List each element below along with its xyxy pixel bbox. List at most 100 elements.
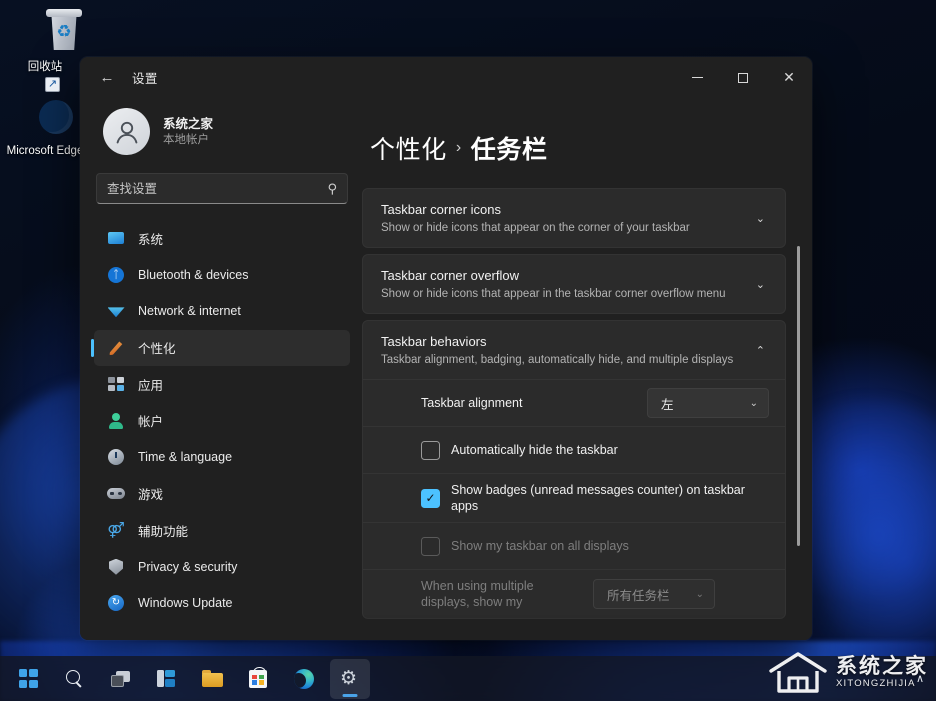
taskbar-task-view-button[interactable]: [100, 659, 140, 699]
widgets-icon: [157, 670, 176, 687]
minimize-button[interactable]: [674, 57, 720, 98]
accounts-icon: [107, 412, 125, 430]
card-header[interactable]: Taskbar corner overflow Show or hide ico…: [363, 255, 785, 313]
sidebar-nav: 系统 ᛏ Bluetooth & devices Network & inter…: [94, 220, 350, 622]
show-badges-checkbox[interactable]: [421, 489, 440, 508]
system-icon: [107, 229, 125, 247]
shield-icon: [107, 558, 125, 576]
chevron-up-icon: ∧: [916, 672, 924, 685]
auto-hide-checkbox[interactable]: [421, 441, 440, 460]
scrollbar-thumb[interactable]: [797, 246, 800, 546]
sidebar-item-accounts[interactable]: 帐户: [94, 403, 350, 440]
taskbar-search-button[interactable]: [54, 659, 94, 699]
sidebar-item-gaming[interactable]: 游戏: [94, 476, 350, 513]
recycle-bin-icon: ♻: [4, 8, 86, 56]
account-name: 系统之家: [163, 116, 213, 132]
chevron-down-icon: ⌄: [750, 398, 758, 409]
desktop-icon-label: 回收站: [28, 61, 63, 73]
row-label: Taskbar alignment: [421, 395, 635, 412]
row-show-badges[interactable]: Show badges (unread messages counter) on…: [363, 473, 785, 522]
card-title: Taskbar behaviors: [381, 333, 740, 351]
sidebar-item-windows-update[interactable]: ↻ Windows Update: [94, 585, 350, 622]
card-taskbar-corner-icons: Taskbar corner icons Show or hide icons …: [362, 188, 786, 248]
main-content: 个性化 › 任务栏 Taskbar corner icons Show or h…: [362, 98, 812, 640]
breadcrumb: 个性化 › 任务栏: [362, 130, 812, 188]
card-header[interactable]: Taskbar corner icons Show or hide icons …: [363, 189, 785, 247]
row-multiple-displays-show: When using multiple displays, show my 所有…: [363, 569, 785, 618]
card-subtitle: Taskbar alignment, badging, automaticall…: [381, 353, 740, 368]
window-titlebar: ← 设置 ✕: [80, 57, 812, 98]
row-label: Show badges (unread messages counter) on…: [451, 482, 769, 514]
breadcrumb-parent[interactable]: 个性化: [370, 130, 447, 166]
dropdown-value: 所有任务栏: [607, 585, 670, 604]
sidebar-item-label: Bluetooth & devices: [138, 268, 249, 282]
search-box[interactable]: ⚲: [96, 173, 348, 204]
sidebar-item-label: Network & internet: [138, 304, 241, 318]
sidebar-item-privacy-security[interactable]: Privacy & security: [94, 549, 350, 586]
sidebar-item-accessibility[interactable]: ⚤ 辅助功能: [94, 512, 350, 549]
taskbar-file-explorer-button[interactable]: [192, 659, 232, 699]
sidebar-item-label: 应用: [138, 375, 163, 394]
close-button[interactable]: ✕: [766, 57, 812, 98]
clock-icon: [107, 448, 125, 466]
all-displays-checkbox: [421, 537, 440, 556]
desktop-icon-label: Microsoft Edge: [7, 145, 84, 157]
chevron-down-icon[interactable]: ⌄: [752, 212, 769, 225]
sidebar-item-personalization[interactable]: 个性化: [94, 330, 350, 367]
maximize-button[interactable]: [720, 57, 766, 98]
sidebar-item-system[interactable]: 系统: [94, 220, 350, 257]
taskbar-settings-button[interactable]: ⚙: [330, 659, 370, 699]
card-subtitle: Show or hide icons that appear on the co…: [381, 221, 740, 236]
sidebar-item-time-language[interactable]: Time & language: [94, 439, 350, 476]
bluetooth-icon: ᛏ: [107, 266, 125, 284]
search-input[interactable]: [107, 182, 321, 196]
taskbar-alignment-dropdown[interactable]: 左 ⌄: [647, 388, 769, 418]
row-taskbar-all-displays: Show my taskbar on all displays: [363, 522, 785, 569]
network-icon: [107, 302, 125, 320]
window-title: 设置: [132, 68, 158, 87]
personalization-icon: [107, 339, 125, 357]
card-header[interactable]: Taskbar behaviors Taskbar alignment, bad…: [363, 321, 785, 379]
microsoft-store-icon: [249, 670, 267, 688]
card-title: Taskbar corner icons: [381, 201, 740, 219]
sidebar-item-bluetooth-devices[interactable]: ᛏ Bluetooth & devices: [94, 257, 350, 294]
account-block[interactable]: 系统之家 本地帐户: [94, 98, 350, 173]
settings-cards: Taskbar corner icons Show or hide icons …: [362, 188, 812, 619]
system-tray: ∧: [910, 656, 930, 701]
edge-icon: [294, 669, 314, 689]
row-label: Show my taskbar on all displays: [451, 538, 769, 555]
window-body: 系统之家 本地帐户 ⚲ 系统 ᛏ Bluetooth & devices: [80, 98, 812, 640]
sidebar-item-label: Time & language: [138, 450, 232, 464]
chevron-up-icon[interactable]: ⌃: [752, 344, 769, 357]
sidebar-item-label: 游戏: [138, 484, 163, 503]
card-title: Taskbar corner overflow: [381, 267, 740, 285]
page-title: 任务栏: [471, 130, 548, 166]
row-auto-hide-taskbar[interactable]: Automatically hide the taskbar: [363, 426, 785, 473]
task-view-icon: [111, 671, 130, 687]
sidebar-item-label: 辅助功能: [138, 521, 188, 540]
chevron-down-icon[interactable]: ⌄: [752, 278, 769, 291]
taskbar-start-button[interactable]: [8, 659, 48, 699]
row-taskbar-alignment: Taskbar alignment 左 ⌄: [363, 379, 785, 426]
taskbar-store-button[interactable]: [238, 659, 278, 699]
apps-icon: [107, 375, 125, 393]
taskbar-edge-button[interactable]: [284, 659, 324, 699]
sidebar-item-apps[interactable]: 应用: [94, 366, 350, 403]
sidebar-item-label: Windows Update: [138, 596, 233, 610]
avatar: [103, 108, 150, 155]
start-icon: [19, 669, 38, 688]
row-label: When using multiple displays, show my: [421, 578, 581, 610]
sidebar: 系统之家 本地帐户 ⚲ 系统 ᛏ Bluetooth & devices: [80, 98, 362, 640]
row-label: Automatically hide the taskbar: [451, 442, 769, 459]
desktop-icon-recycle-bin[interactable]: ♻ 回收站: [4, 8, 86, 74]
taskbar-widgets-button[interactable]: [146, 659, 186, 699]
search-icon: [66, 670, 83, 687]
desktop-icon-microsoft-edge[interactable]: ↗ Microsoft Edge: [4, 92, 86, 158]
update-icon: ↻: [107, 594, 125, 612]
taskbar-items: ⚙: [8, 656, 370, 701]
tray-overflow-button[interactable]: ∧: [910, 664, 930, 694]
back-button[interactable]: ←: [90, 63, 124, 93]
sidebar-item-network-internet[interactable]: Network & internet: [94, 293, 350, 330]
content-scrollbar[interactable]: [793, 98, 803, 640]
file-explorer-icon: [202, 670, 223, 687]
